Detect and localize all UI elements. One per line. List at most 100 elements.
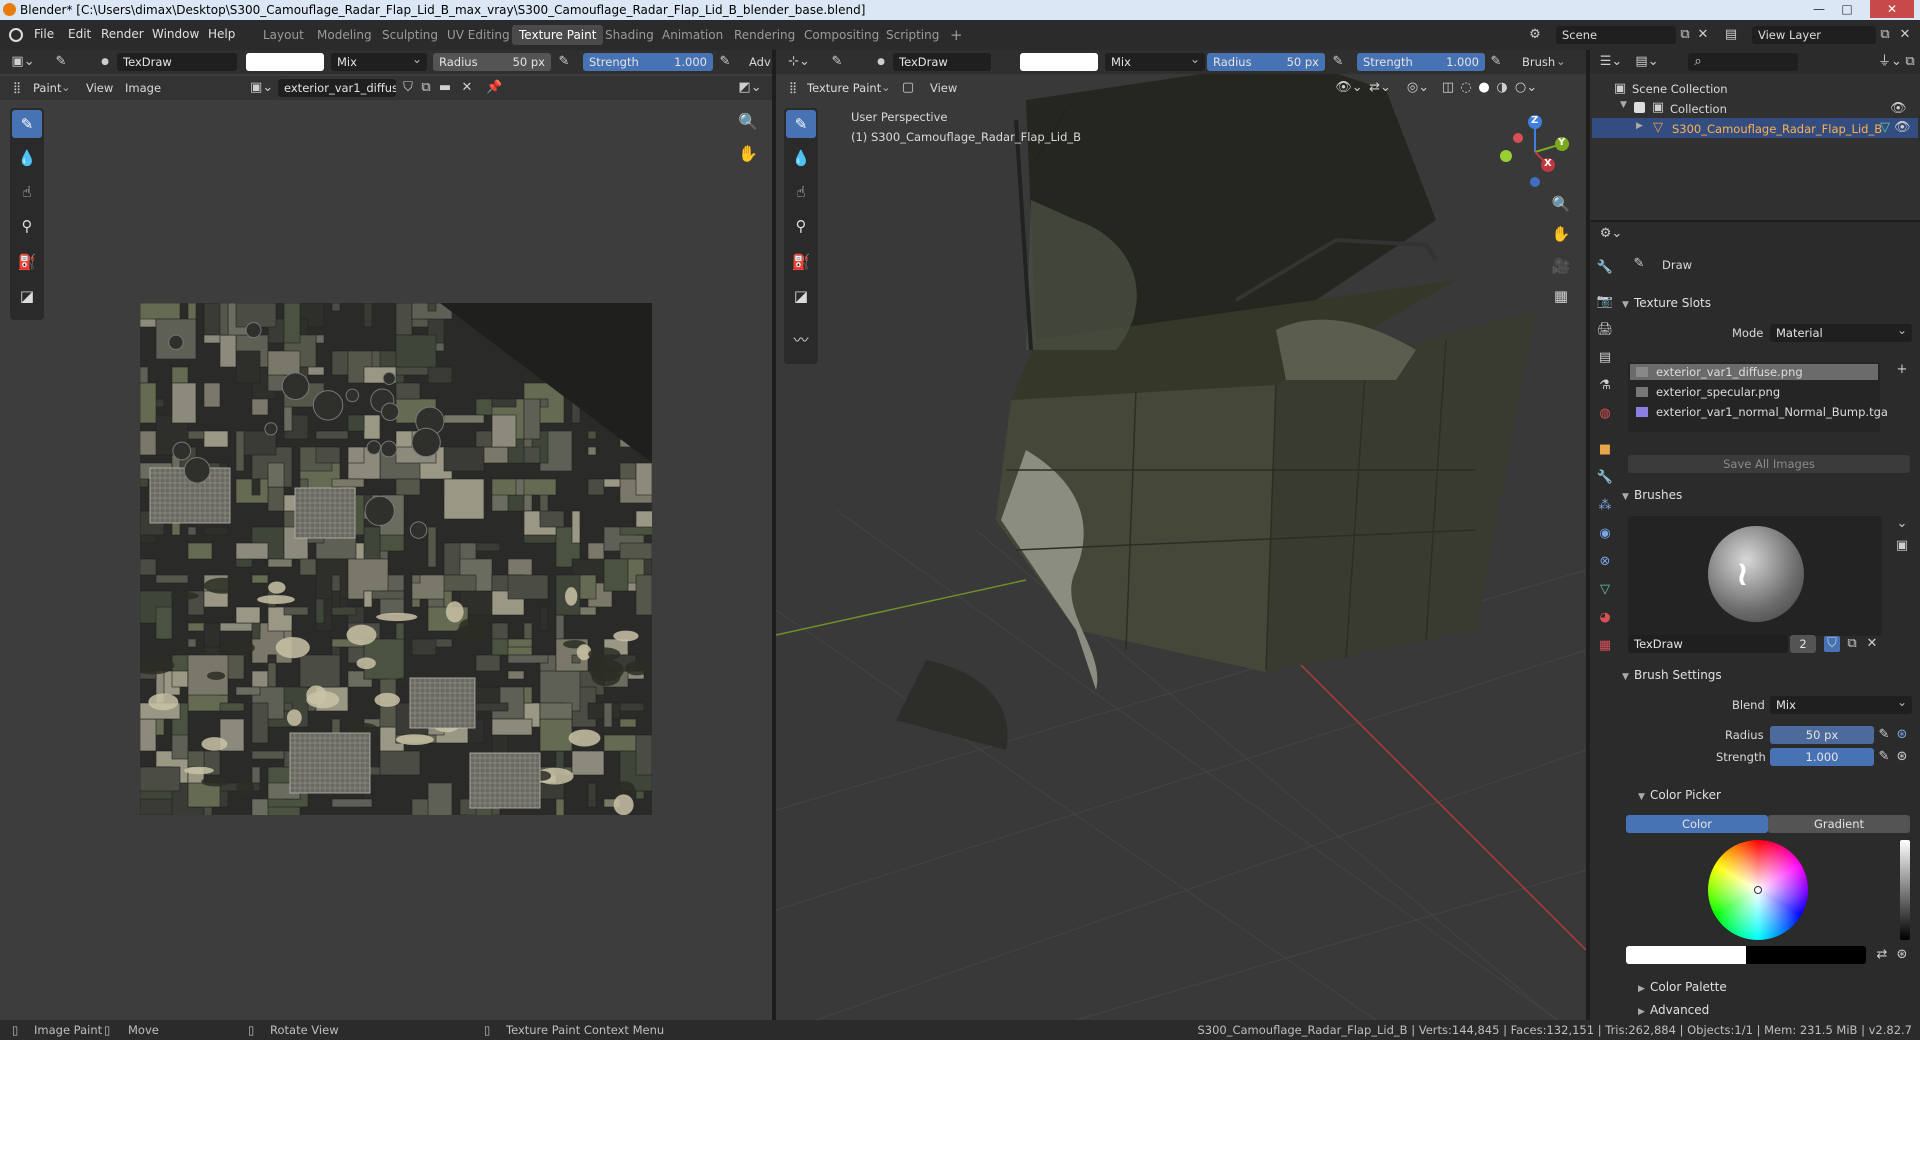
- gizmo-icon[interactable]: ⇄⌄: [1366, 80, 1394, 96]
- texture-tab-icon[interactable]: ▦: [1596, 638, 1614, 654]
- brush-add-icon[interactable]: ▣: [1894, 538, 1910, 554]
- collection-label[interactable]: Collection: [1670, 102, 1727, 116]
- unlink-brush-icon[interactable]: ✕: [1864, 636, 1880, 652]
- collection-visibility-icon[interactable]: 👁: [1890, 101, 1907, 117]
- color-wheel[interactable]: [1708, 840, 1808, 940]
- tab-animation[interactable]: Animation: [655, 25, 730, 45]
- color-wheel-cursor[interactable]: [1754, 886, 1762, 894]
- advanced-panel-header[interactable]: ▶ Advanced: [1638, 999, 1920, 1021]
- vp-tool-soften-icon[interactable]: 💧: [786, 144, 816, 172]
- brush-users-count[interactable]: 2: [1790, 635, 1816, 653]
- menu-edit[interactable]: Edit: [68, 27, 91, 41]
- viewport-mode-arrow-icon[interactable]: ⌄: [881, 80, 891, 94]
- object-expand-icon[interactable]: ▶: [1636, 121, 1643, 131]
- visibility-icon[interactable]: 👁⌄: [1335, 80, 1363, 96]
- world-tab-icon[interactable]: ◍: [1596, 406, 1614, 422]
- material-tab-icon[interactable]: ◕: [1596, 610, 1614, 626]
- vp-tool-draw-icon[interactable]: ✎: [786, 110, 816, 138]
- menu-view[interactable]: View: [86, 81, 113, 95]
- brush-menu[interactable]: Brush: [1522, 55, 1555, 69]
- tool-smear-icon[interactable]: ☝: [12, 178, 42, 206]
- tab-uv-editing[interactable]: UV Editing: [440, 25, 517, 45]
- tool-clone-icon[interactable]: ⚲: [12, 212, 42, 240]
- brush-name-field[interactable]: TexDraw: [117, 53, 237, 71]
- pin-icon[interactable]: 📌: [486, 80, 502, 96]
- viewport-pan-icon[interactable]: ✋: [1550, 226, 1572, 242]
- menu-image[interactable]: Image: [125, 81, 161, 95]
- blend-dropdown[interactable]: Mix: [331, 53, 427, 71]
- viewport-radius-pressure-icon[interactable]: ✎: [1330, 54, 1346, 70]
- tool-draw-brush-icon[interactable]: ✎: [12, 110, 42, 138]
- view-layer-field[interactable]: View Layer: [1752, 26, 1876, 44]
- tab-texture-paint[interactable]: Texture Paint: [512, 25, 604, 45]
- tool-tab-icon[interactable]: 🔧: [1596, 260, 1614, 276]
- strength-unified-icon[interactable]: ⊛: [1894, 749, 1910, 765]
- tab-compositing[interactable]: Compositing: [797, 25, 886, 45]
- paint-mask-icon[interactable]: ▢: [900, 80, 916, 96]
- viewport-menu-view[interactable]: View: [930, 81, 957, 95]
- brush-preview-area[interactable]: ≀: [1628, 516, 1882, 636]
- material-shading-icon[interactable]: ◑: [1494, 80, 1510, 96]
- image-browse-icon[interactable]: ▣⌄: [250, 80, 273, 96]
- brush-radius-slider[interactable]: 50 px: [1770, 726, 1874, 744]
- swap-colors-icon[interactable]: ⇄: [1874, 947, 1890, 963]
- tool-soften-icon[interactable]: 💧: [12, 144, 42, 172]
- radius-pressure-icon[interactable]: ✎: [1876, 727, 1892, 743]
- outliner-editor-type-icon[interactable]: ☰⌄: [1598, 54, 1624, 70]
- mode-dropdown[interactable]: Paint: [33, 81, 61, 95]
- new-scene-icon[interactable]: ⧉: [1676, 27, 1694, 43]
- display-mode-icon[interactable]: ▤⌄: [1634, 54, 1660, 70]
- add-workspace-button[interactable]: +: [943, 25, 970, 45]
- wireframe-shading-icon[interactable]: ◌: [1458, 80, 1474, 96]
- viewport-primary-color-swatch[interactable]: [1020, 53, 1098, 71]
- minimize-button[interactable]: —: [1806, 0, 1832, 18]
- object-label[interactable]: S300_Camouflage_Radar_Flap_Lid_B: [1672, 122, 1882, 136]
- texture-slot-item[interactable]: exterior_var1_normal_Normal_Bump.tga: [1630, 404, 1888, 420]
- output-tab-icon[interactable]: 🖨: [1596, 322, 1614, 338]
- delete-scene-icon[interactable]: ✕: [1694, 27, 1712, 43]
- duplicate-brush-icon[interactable]: ⧉: [1844, 636, 1860, 652]
- radius-unit-icon[interactable]: ⊛: [1894, 727, 1910, 743]
- 3d-viewport[interactable]: [776, 50, 1586, 1020]
- constraints-tab-icon[interactable]: ⊗: [1596, 554, 1614, 570]
- overlays-icon[interactable]: ◎⌄: [1404, 80, 1432, 96]
- texture-slots-panel-header[interactable]: ▼ Texture Slots: [1622, 292, 1920, 314]
- filter-icon[interactable]: ⏚⌄: [1878, 54, 1902, 70]
- advanced-menu[interactable]: Adv: [749, 55, 771, 69]
- solid-shading-icon[interactable]: ●: [1476, 80, 1492, 96]
- viewport-brush-icon[interactable]: ✎: [828, 54, 846, 70]
- delete-view-layer-icon[interactable]: ✕: [1896, 27, 1914, 43]
- fake-user-shield-icon[interactable]: ⛉: [400, 80, 416, 96]
- vp-tool-annotate-icon[interactable]: 〰: [786, 326, 816, 354]
- unified-color-icon[interactable]: ⊛: [1894, 947, 1910, 963]
- tab-modeling[interactable]: Modeling: [310, 25, 379, 45]
- vp-tool-clone-icon[interactable]: ⚲: [786, 212, 816, 240]
- brushes-panel-header[interactable]: ▼ Brushes: [1622, 484, 1920, 506]
- tab-shading[interactable]: Shading: [598, 25, 661, 45]
- collection-checkbox[interactable]: [1634, 102, 1645, 113]
- texture-slot-item[interactable]: exterior_specular.png: [1630, 384, 1878, 400]
- texture-image[interactable]: [140, 303, 652, 815]
- scene-icon[interactable]: ⚙: [1526, 27, 1544, 43]
- display-mode-icon[interactable]: ◩⌄: [736, 80, 764, 96]
- zoom-icon[interactable]: 🔍: [737, 114, 759, 130]
- secondary-color-field[interactable]: [1746, 946, 1866, 964]
- new-image-icon[interactable]: ⧉: [418, 80, 434, 96]
- tool-fill-icon[interactable]: ⛽: [12, 248, 42, 276]
- properties-editor-type-icon[interactable]: ⚙⌄: [1598, 226, 1624, 242]
- value-slider[interactable]: [1900, 840, 1910, 940]
- strength-slider[interactable]: Strength 1.000: [583, 53, 713, 71]
- menu-file[interactable]: File: [34, 27, 54, 41]
- viewport-mode-dropdown[interactable]: Texture Paint: [807, 81, 881, 95]
- brush-icon[interactable]: ✎: [52, 54, 70, 70]
- vp-tool-fill-icon[interactable]: ⛽: [786, 248, 816, 276]
- menu-render[interactable]: Render: [101, 27, 144, 41]
- editor-type-icon[interactable]: ▣⌄: [10, 54, 36, 70]
- tab-layout[interactable]: Layout: [256, 25, 311, 45]
- brush-strength-slider[interactable]: 1.000: [1770, 748, 1874, 766]
- xray-icon[interactable]: ◫: [1440, 80, 1456, 96]
- strength-pressure-icon[interactable]: ✎: [1876, 749, 1892, 765]
- brush-name-datablock[interactable]: TexDraw: [1628, 635, 1788, 653]
- viewport-radius-slider[interactable]: Radius 50 px: [1207, 53, 1325, 71]
- brush-menu-arrow-icon[interactable]: ⌄: [1556, 54, 1566, 68]
